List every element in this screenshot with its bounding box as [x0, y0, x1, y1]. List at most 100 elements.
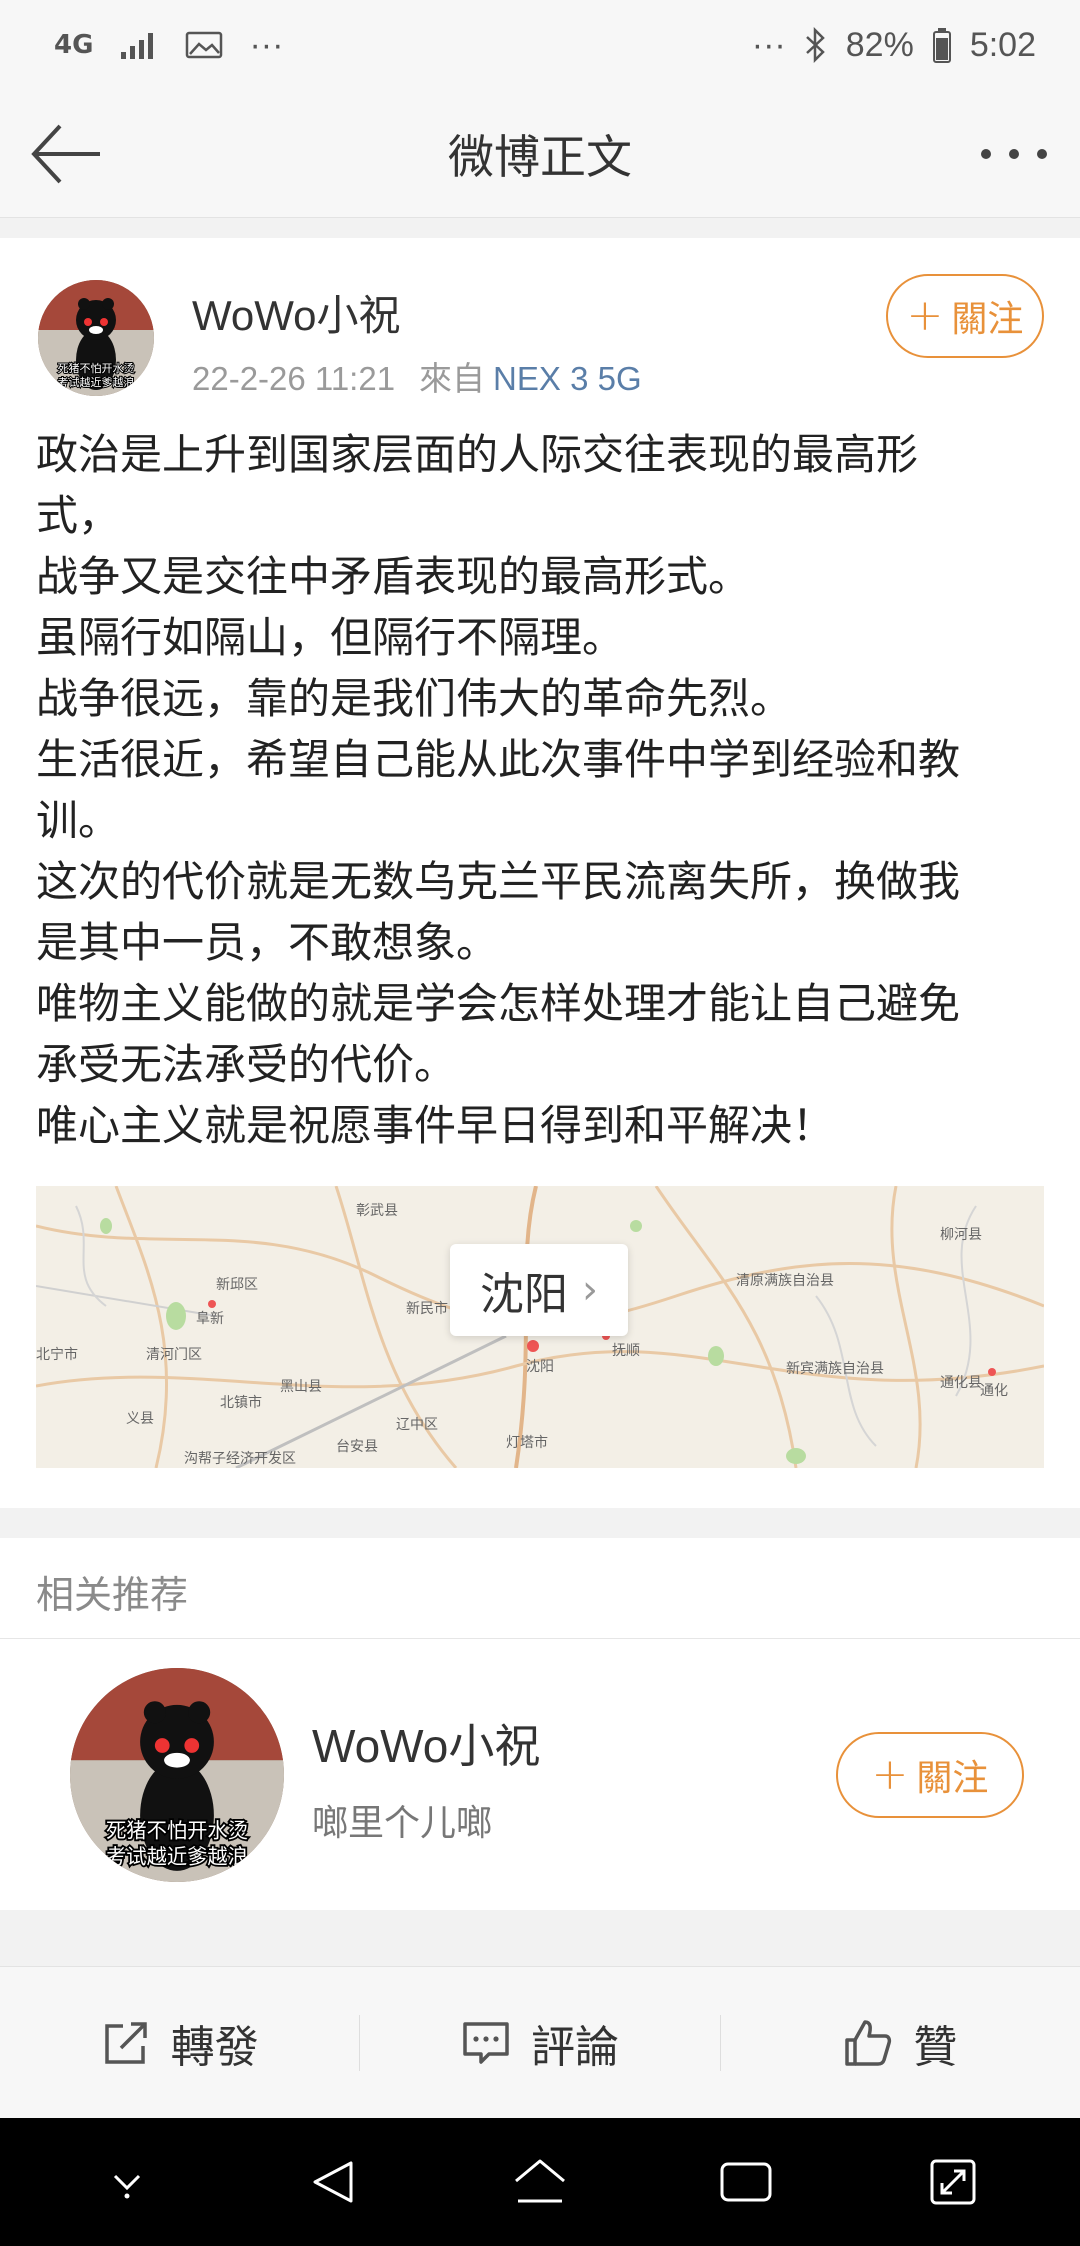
- status-right: ··· 82% 5:02: [752, 26, 1036, 65]
- notification-more: ···: [249, 25, 284, 64]
- system-home-button[interactable]: [500, 2142, 580, 2222]
- map-place: 阜新: [196, 1311, 224, 1327]
- chevron-right-icon: ›: [582, 1267, 598, 1313]
- kumamon-avatar-image: 死猪不怕开水烫 考试越近爹越浪: [70, 1668, 284, 1882]
- plus-icon: +: [871, 1749, 909, 1800]
- post-line: 承受无法承受的代价。: [36, 1040, 457, 1089]
- system-back-button[interactable]: [294, 2142, 374, 2222]
- page-title: 微博正文: [448, 129, 632, 184]
- map-place: 台安县: [336, 1439, 378, 1455]
- more-button[interactable]: [976, 134, 1052, 174]
- bluetooth-icon: [805, 27, 825, 63]
- map-place: 彰武县: [356, 1203, 398, 1219]
- related-title: 相关推荐: [36, 1573, 189, 1617]
- recents-icon: [720, 2162, 772, 2202]
- plus-icon: +: [906, 290, 944, 341]
- thumbs-up-icon: [845, 2019, 892, 2066]
- battery-percent: 82%: [845, 25, 914, 64]
- map-place: 新宾满族自治县: [786, 1361, 884, 1377]
- action-bar: 轉發 評論 贊: [0, 1966, 1080, 2118]
- repost-button[interactable]: 轉發: [0, 1967, 359, 2118]
- like-label: 贊: [913, 2021, 958, 2073]
- map-place: 通化县: [940, 1375, 982, 1391]
- related-avatar[interactable]: 死猪不怕开水烫 考试越近爹越浪: [70, 1668, 284, 1882]
- post-line: 唯物主义能做的就是学会怎样处理才能让自己避免: [36, 979, 961, 1028]
- map-place: 义县: [126, 1411, 154, 1427]
- network-indicator: 4G: [54, 30, 94, 60]
- avatar-caption-2: 考试越近爹越浪: [106, 1845, 248, 1869]
- like-button[interactable]: 贊: [721, 1967, 1080, 2118]
- repost-icon: [104, 2021, 147, 2064]
- status-left: 4G ···: [54, 26, 283, 65]
- device-link[interactable]: NEX 3 5G: [493, 360, 642, 397]
- signal-icon: [121, 33, 154, 59]
- clock: 5:02: [969, 25, 1036, 64]
- back-triangle-icon: [313, 2161, 353, 2203]
- map-place: 灯塔市: [506, 1435, 548, 1451]
- map-place: 新民市: [406, 1301, 448, 1317]
- comment-icon: [463, 2021, 509, 2064]
- post-line: 唯心主义就是祝愿事件早日得到和平解决！: [36, 1101, 835, 1150]
- avatar[interactable]: 死猪不怕开水烫 考试越近爹越浪: [38, 280, 154, 396]
- status-more: ···: [751, 25, 786, 64]
- post-line: 式，: [36, 491, 121, 540]
- map-place: 黑山县: [280, 1379, 322, 1395]
- chevron-down-icon: [114, 2174, 141, 2199]
- image-icon: [186, 31, 223, 59]
- more-dots-icon: [981, 149, 1047, 159]
- post-line: 虽隔行如隔山，但隔行不隔理。: [36, 613, 625, 662]
- post-line: 训。: [36, 796, 121, 845]
- post-meta: 22-2-26 11:21 來自 NEX 3 5G: [192, 352, 642, 400]
- hide-keyboard-button[interactable]: [87, 2142, 167, 2222]
- map-place: 柳河县: [940, 1227, 982, 1243]
- rotate-screen-button[interactable]: [913, 2142, 993, 2222]
- location-label[interactable]: 沈阳 ›: [450, 1244, 628, 1336]
- post-timestamp: 22-2-26 11:21: [192, 360, 396, 397]
- map-place: 北镇市: [220, 1395, 262, 1411]
- post-body: 政治是上升到国家层面的人际交往表现的最高形 式， 战争又是交往中矛盾表现的最高形…: [36, 424, 1046, 1156]
- author-name[interactable]: WoWo小祝: [192, 282, 400, 343]
- status-bar: 4G ··· ··· 82% 5:02: [0, 0, 1080, 90]
- battery-icon: [932, 28, 951, 63]
- avatar-caption-2: 考试越近爹越浪: [58, 375, 135, 389]
- map-place: 抚顺: [612, 1343, 640, 1359]
- post-line: 政治是上升到国家层面的人际交往表现的最高形: [36, 430, 919, 479]
- follow-label: 關注: [916, 1758, 989, 1799]
- post-line: 生活很近，希望自己能从此次事件中学到经验和教: [36, 735, 961, 784]
- home-icon: [515, 2159, 565, 2203]
- map-place: 辽中区: [396, 1417, 438, 1433]
- post-line: 战争又是交往中矛盾表现的最高形式。: [36, 552, 751, 601]
- divider: [0, 1638, 1080, 1639]
- kumamon-avatar-image: 死猪不怕开水烫 考试越近爹越浪: [38, 280, 154, 396]
- related-follow-button[interactable]: + 關注: [836, 1732, 1024, 1818]
- map-place: 清河门区: [146, 1347, 202, 1363]
- back-button[interactable]: [28, 120, 104, 188]
- comment-label: 評論: [530, 2021, 619, 2073]
- avatar-caption-1: 死猪不怕开水烫: [58, 362, 135, 375]
- map-place: 新邱区: [216, 1277, 258, 1293]
- nav-bar: 微博正文: [0, 90, 1080, 218]
- post-card: 死猪不怕开水烫 考试越近爹越浪 WoWo小祝 22-2-26 11:21 來自 NE…: [0, 238, 1080, 1508]
- map-place: 清原满族自治县: [736, 1273, 834, 1289]
- from-label: 來自: [419, 360, 486, 397]
- system-recents-button[interactable]: [706, 2142, 786, 2222]
- map-place: 沈阳: [526, 1359, 554, 1375]
- follow-label: 關注: [951, 299, 1024, 340]
- avatar-caption-1: 死猪不怕开水烫: [106, 1819, 248, 1843]
- repost-label: 轉發: [170, 2021, 259, 2073]
- related-user-desc: 啷里个儿啷: [312, 1803, 493, 1844]
- rotate-icon: [930, 2159, 976, 2205]
- related-user-name[interactable]: WoWo小祝: [312, 1710, 540, 1776]
- location-map[interactable]: 彰武县 阜新 新邱区 新民市 清河门区 北宁市 黑山县 北镇市 义县 台安县 辽…: [36, 1186, 1044, 1468]
- system-nav-bar: [0, 2118, 1080, 2246]
- follow-button[interactable]: + 關注: [886, 274, 1044, 358]
- map-place: 沟帮子经济开发区: [184, 1451, 296, 1467]
- comment-button[interactable]: 評論: [360, 1967, 719, 2118]
- post-line: 是其中一员，不敢想象。: [36, 918, 499, 967]
- map-place: 通化: [980, 1383, 1008, 1399]
- back-arrow-icon: [31, 124, 100, 184]
- post-line: 这次的代价就是无数乌克兰平民流离失所，换做我: [36, 857, 961, 906]
- post-line: 战争很远，靠的是我们伟大的革命先烈。: [36, 674, 793, 723]
- related-section: 相关推荐 死猪不怕开水烫 考试越近爹越浪 WoWo小祝 啷里个儿啷 + 關注: [0, 1538, 1080, 1910]
- location-city: 沈阳: [480, 1269, 568, 1320]
